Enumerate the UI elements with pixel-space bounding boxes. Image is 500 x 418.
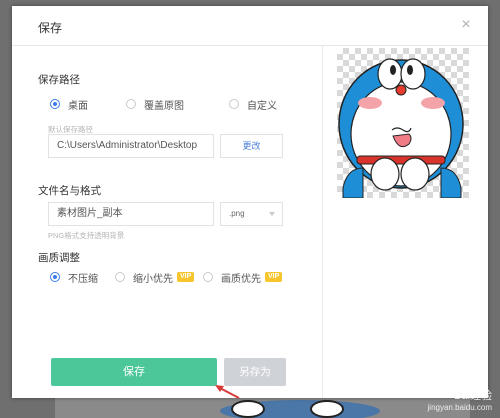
radio-desktop[interactable]: 桌面: [50, 97, 88, 112]
background-ring: [231, 400, 265, 418]
radio-dot: [50, 272, 60, 282]
format-hint: PNG格式支持透明背景: [48, 231, 125, 240]
save-dialog: 保存 × 保存路径 桌面 覆盖原图 自定义 默认保存路径 C:\Users\Ad…: [12, 6, 488, 399]
vip-badge: VIP: [177, 272, 195, 282]
radio-dot: [126, 99, 136, 109]
radio-custom[interactable]: 自定义: [229, 97, 277, 112]
radio-label: 桌面: [68, 100, 88, 112]
dialog-titlebar: 保存 ×: [12, 6, 488, 46]
radio-label: 覆盖原图: [144, 100, 184, 112]
change-path-button[interactable]: 更改: [220, 134, 283, 158]
watermark-brand: Bai经验: [454, 390, 492, 402]
path-input[interactable]: C:\Users\Administrator\Desktop: [48, 134, 214, 158]
doraemon-image: [338, 58, 464, 198]
radio-dot: [229, 99, 239, 109]
dialog-title: 保存: [38, 21, 63, 35]
chevron-down-icon: [269, 212, 275, 216]
radio-no-compress[interactable]: 不压缩: [50, 270, 98, 285]
watermark-url: jingyan.baidu.com: [427, 403, 492, 412]
quality-label: 画质调整: [38, 252, 80, 264]
format-value: .png: [229, 209, 245, 218]
radio-dot: [203, 272, 213, 282]
radio-quality-priority[interactable]: 画质优先 VIP: [203, 270, 283, 285]
background-image-peek: [55, 398, 470, 418]
radio-label: 缩小优先: [133, 273, 173, 285]
radio-overwrite[interactable]: 覆盖原图: [126, 97, 184, 112]
background-ring: [310, 400, 344, 418]
radio-label: 画质优先: [221, 273, 261, 285]
panel-divider: [322, 46, 323, 398]
radio-size-priority[interactable]: 缩小优先 VIP: [115, 270, 195, 285]
radio-dot: [115, 272, 125, 282]
baidu-watermark: Bai经验 jingyan.baidu.com: [428, 390, 492, 414]
vip-badge: VIP: [265, 272, 283, 282]
filename-input[interactable]: 素材图片_副本: [48, 202, 214, 226]
close-icon[interactable]: ×: [458, 17, 474, 33]
save-path-label: 保存路径: [38, 74, 80, 86]
settings-panel: 保存路径 桌面 覆盖原图 自定义 默认保存路径 C:\Users\Adminis…: [12, 46, 322, 398]
save-button[interactable]: 保存: [51, 358, 217, 386]
format-select[interactable]: .png: [220, 202, 283, 226]
radio-label: 自定义: [247, 100, 277, 112]
red-arrow-annotation: [215, 385, 240, 399]
filename-label: 文件名与格式: [38, 185, 101, 197]
image-preview: [337, 48, 469, 198]
radio-label: 不压缩: [68, 273, 98, 285]
radio-dot: [50, 99, 60, 109]
